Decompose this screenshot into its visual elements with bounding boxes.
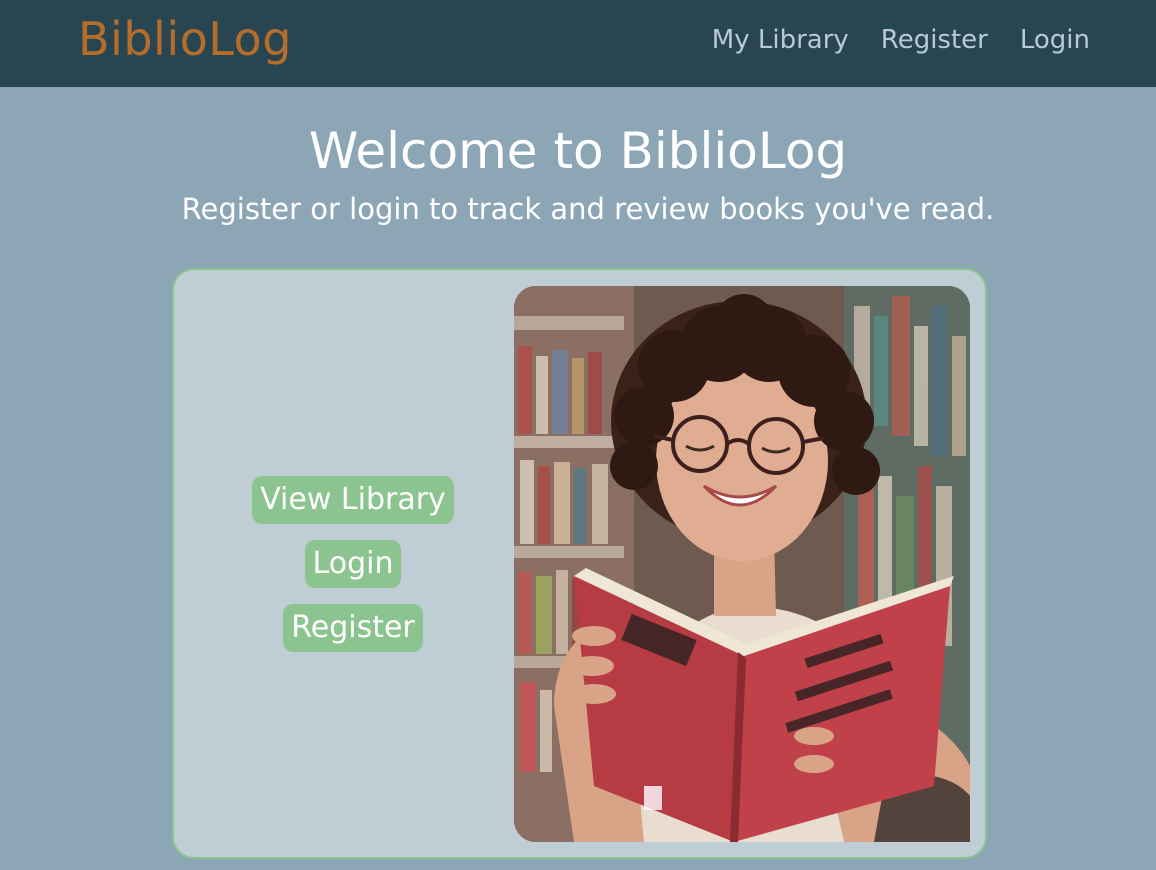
welcome-card: View Library Login Register: [172, 268, 987, 859]
navbar: BiblioLog My Library Register Login: [0, 0, 1156, 87]
brand-logo[interactable]: BiblioLog: [78, 8, 292, 70]
page-subtitle: Register or login to track and review bo…: [181, 192, 995, 226]
nav-link-register[interactable]: Register: [881, 22, 988, 58]
login-button[interactable]: Login: [304, 540, 402, 588]
register-button[interactable]: Register: [283, 604, 423, 652]
nav-links: My Library Register Login: [712, 22, 1090, 58]
view-library-button[interactable]: View Library: [252, 476, 454, 524]
reader-photo: [514, 286, 970, 842]
page-title: Welcome to BiblioLog: [308, 122, 848, 180]
nav-link-login[interactable]: Login: [1020, 22, 1090, 58]
nav-link-my-library[interactable]: My Library: [712, 22, 849, 58]
action-buttons: View Library Login Register: [174, 476, 532, 652]
